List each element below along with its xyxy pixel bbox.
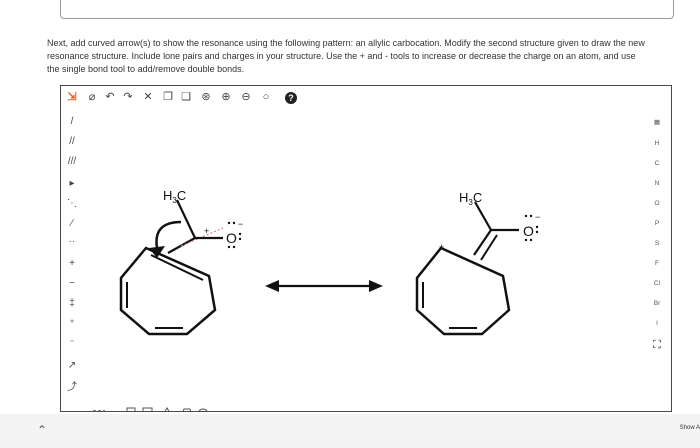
show-answer-link[interactable]: Show A <box>680 425 700 431</box>
help-icon[interactable]: ? <box>285 92 297 104</box>
methyl-label: H3C <box>459 190 482 207</box>
element-n[interactable]: N <box>643 177 671 191</box>
previous-panel-frame <box>60 0 674 19</box>
cycloheptene-ring <box>415 246 511 336</box>
element-p[interactable]: P <box>643 217 671 231</box>
methyl-bond <box>176 199 196 239</box>
single-bond-icon[interactable]: / <box>63 114 81 130</box>
plus-charge-icon[interactable]: + <box>63 256 81 272</box>
methyl-label: H3C <box>163 188 186 205</box>
carbocation-charge: + <box>204 226 209 236</box>
wedge-bond-icon[interactable]: ▸ <box>63 176 81 192</box>
structure-2[interactable]: H3C + O − <box>415 190 540 336</box>
add-lone-pair-icon[interactable]: ⁺ <box>63 316 81 332</box>
structure-editor[interactable]: ⇲ ⌀ ↶ ↷ ✕ ❐ ❏ ⊛ ⊕ ⊖ ○ ? / // /// ▸ ⋱ ∕ ·… <box>60 85 672 412</box>
footer-bar: ⌃ Show A <box>0 414 700 448</box>
minus-charge-icon[interactable]: − <box>63 276 81 292</box>
curved-arrow-icon[interactable]: ↗ <box>63 358 81 374</box>
search-icon[interactable]: ○ <box>259 90 273 104</box>
carbocation-charge: + <box>439 242 444 252</box>
dash-bond-icon[interactable]: ∕ <box>63 216 81 232</box>
curved-half-arrow-icon[interactable]: ⤴ <box>63 380 81 396</box>
select-icon[interactable]: ⇲ <box>65 90 79 104</box>
element-s[interactable]: S <box>643 237 671 251</box>
shape-templates <box>91 404 221 412</box>
oxygen-label: O <box>226 230 237 246</box>
editor-toolbar: ⇲ ⌀ ↶ ↷ ✕ ❐ ❏ ⊛ ⊕ ⊖ ○ ? <box>61 86 671 110</box>
chevron-up-icon[interactable]: ⌃ <box>37 423 47 437</box>
question-prompt: Next, add curved arrow(s) to show the re… <box>47 38 645 74</box>
oxygen-label: O <box>523 223 534 239</box>
element-tool-column: ▦ H C N O P S F Cl Br I ⛶ <box>643 110 671 370</box>
resonance-arrow <box>265 280 383 292</box>
zoom-in-icon[interactable]: ⊕ <box>219 90 233 104</box>
zoom-fit-icon[interactable]: ⊛ <box>199 90 213 104</box>
element-o[interactable]: O <box>643 197 671 211</box>
bond-tool-column: / // /// ▸ ⋱ ∕ ·· + − ‡ ⁺ ⁻ ↗ ⤴ <box>61 110 83 400</box>
cycloheptene-ring <box>119 246 217 336</box>
ring-to-alkene-bond <box>473 229 492 256</box>
radical-icon[interactable]: ·· <box>63 234 81 250</box>
undo-icon[interactable]: ↶ <box>103 90 117 104</box>
previous-panel <box>0 0 700 22</box>
drawing-canvas[interactable]: H3C + O − H3C + O − <box>83 110 638 410</box>
lasso-icon[interactable]: ⌀ <box>85 90 99 104</box>
remove-lone-pair-icon[interactable]: ⁻ <box>63 336 81 352</box>
element-h[interactable]: H <box>643 137 671 151</box>
curved-arrow[interactable] <box>155 220 182 249</box>
ring-double-bond <box>150 254 204 281</box>
exocyclic-double-bond <box>480 234 498 261</box>
copy-icon[interactable]: ❐ <box>161 90 175 104</box>
element-f[interactable]: F <box>643 257 671 271</box>
zoom-out-icon[interactable]: ⊖ <box>239 90 253 104</box>
lone-pair-icon[interactable]: ‡ <box>63 296 81 312</box>
element-cl[interactable]: Cl <box>643 277 671 291</box>
oxygen-charge: − <box>535 212 540 222</box>
oxygen-charge: − <box>238 219 243 229</box>
hash-bond-icon[interactable]: ⋱ <box>63 196 81 212</box>
double-bond-icon[interactable]: // <box>63 134 81 150</box>
element-br[interactable]: Br <box>643 297 671 311</box>
paste-icon[interactable]: ❏ <box>179 90 193 104</box>
delete-icon[interactable]: ✕ <box>141 90 155 104</box>
periodic-table-icon[interactable]: ▦ <box>643 116 671 130</box>
ring-template-icon[interactable]: ⛶ <box>643 338 671 352</box>
triple-bond-icon[interactable]: /// <box>63 154 81 170</box>
element-c[interactable]: C <box>643 157 671 171</box>
structure-1[interactable]: H3C + O − <box>119 188 243 336</box>
redo-icon[interactable]: ↷ <box>121 90 135 104</box>
element-i[interactable]: I <box>643 317 671 331</box>
methyl-bond <box>474 201 492 231</box>
